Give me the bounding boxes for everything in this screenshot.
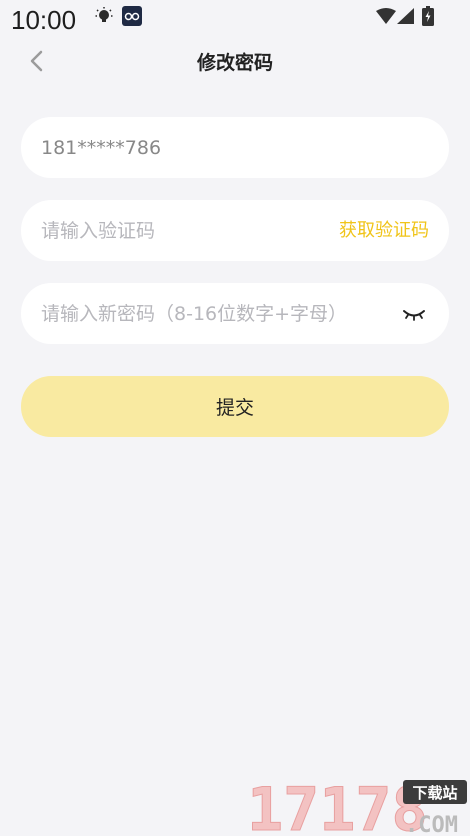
password-field: [21, 283, 449, 344]
phone-input[interactable]: [41, 117, 429, 178]
submit-button[interactable]: 提交: [21, 376, 449, 437]
app-notification-icon: [122, 6, 142, 26]
watermark-domain: .COM: [405, 813, 458, 836]
code-input[interactable]: [41, 200, 321, 261]
page-title: 修改密码: [196, 52, 273, 74]
new-password-input[interactable]: [41, 283, 391, 344]
signal-icon: [397, 8, 414, 24]
watermark-number: 17178: [247, 775, 428, 836]
status-time: 10:00: [11, 5, 77, 35]
watermark-site: 下载站: [412, 784, 457, 802]
eye-closed-icon[interactable]: [401, 301, 427, 327]
wifi-icon: [376, 8, 396, 24]
battery-icon: [422, 6, 434, 26]
status-bar: 10:00: [0, 0, 470, 40]
code-field: 获取验证码: [21, 200, 449, 261]
get-code-button[interactable]: 获取验证码: [339, 200, 429, 261]
bulb-icon: [95, 7, 113, 22]
header: 修改密码: [0, 40, 470, 80]
phone-field: [21, 117, 449, 178]
site-watermark-logo: 17178 下载站 .COM: [247, 775, 467, 836]
